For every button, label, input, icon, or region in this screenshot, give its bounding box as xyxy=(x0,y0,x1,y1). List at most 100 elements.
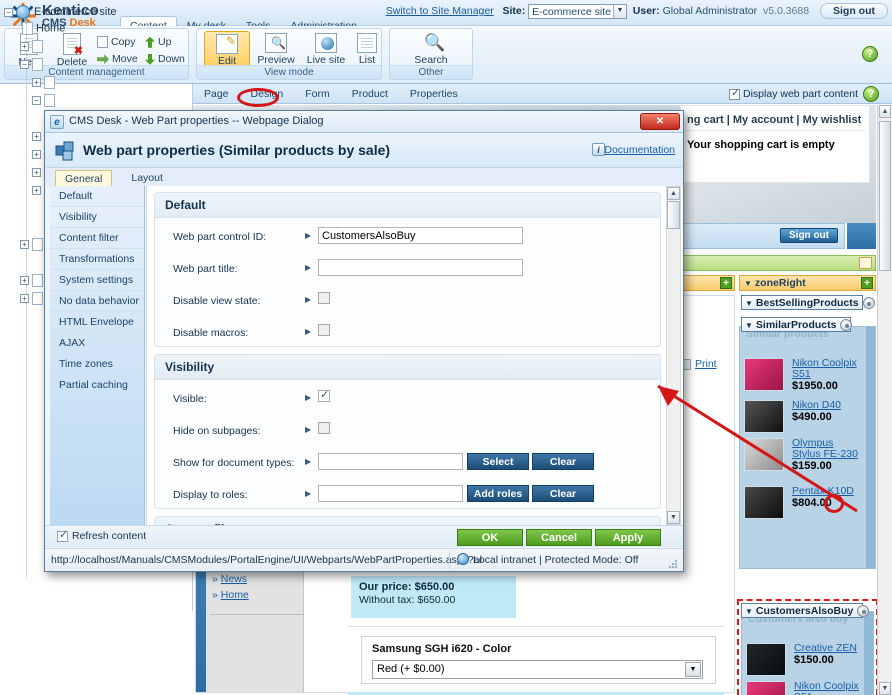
tree-node-12[interactable]: + xyxy=(20,238,46,251)
move-button[interactable]: Move xyxy=(97,53,138,65)
tree-expander-icon[interactable]: + xyxy=(32,186,41,195)
clear-roles-button[interactable]: Clear xyxy=(532,485,594,502)
tree-expander-icon[interactable]: + xyxy=(32,150,41,159)
field-caret-icon[interactable]: ▶ xyxy=(305,425,311,434)
product-row[interactable]: Nikon Coolpix S51$1950.00 xyxy=(742,677,863,695)
panel-scrollbar[interactable] xyxy=(866,327,875,568)
scroll-down-arrow-icon[interactable]: ▼ xyxy=(879,682,891,695)
tree-expander-icon[interactable]: − xyxy=(4,8,13,17)
tree-expander-icon[interactable]: + xyxy=(20,240,29,249)
page-vertical-scrollbar[interactable]: ▲ ▼ xyxy=(877,105,892,695)
chevron-down-icon[interactable]: ▼ xyxy=(613,5,626,18)
field-caret-icon[interactable]: ▶ xyxy=(305,327,311,336)
scroll-thumb[interactable] xyxy=(667,201,680,229)
nav-ajax[interactable]: AJAX xyxy=(50,333,144,354)
dialog-title-bar[interactable]: e CMS Desk - Web Part properties -- Webp… xyxy=(45,111,683,133)
scroll-up-arrow-icon[interactable]: ▲ xyxy=(879,105,891,118)
view-mode-live-site-button[interactable]: Live site xyxy=(300,33,352,66)
webpart-bar-bestselling[interactable]: ▼BestSellingProducts xyxy=(741,295,863,310)
display-web-part-content-toggle[interactable]: ✓Display web part content xyxy=(729,88,858,100)
product-name-link[interactable]: Nikon Coolpix S51 xyxy=(792,358,861,380)
nav-default[interactable]: Default xyxy=(50,186,144,207)
add-webpart-icon[interactable]: + xyxy=(720,277,732,289)
tree-node-15[interactable]: + xyxy=(20,292,46,305)
tree-expander-icon[interactable]: + xyxy=(32,168,41,177)
nav-visibility[interactable]: Visibility xyxy=(50,207,144,228)
page-help-icon[interactable]: ? xyxy=(863,86,879,102)
view-mode-preview-button[interactable]: 🔍 Preview xyxy=(252,33,300,66)
scroll-down-arrow-icon[interactable]: ▼ xyxy=(667,511,680,524)
product-row[interactable]: Nikon Coolpix S51$1950.00 xyxy=(740,354,865,396)
page-tab-form[interactable]: Form xyxy=(294,84,341,100)
page-tab-properties[interactable]: Properties xyxy=(399,84,469,100)
product-name-link[interactable]: Olympus Stylus FE-230 xyxy=(792,438,861,460)
copy-button[interactable]: Copy xyxy=(97,36,136,48)
tree-node-4[interactable]: + xyxy=(32,76,58,89)
refresh-content-toggle[interactable]: ✓Refresh content xyxy=(57,530,146,542)
tree-expander-icon[interactable]: − xyxy=(20,60,29,69)
tree-node-home[interactable]: Home xyxy=(22,22,65,35)
add-roles-button[interactable]: Add roles xyxy=(467,485,529,502)
display-to-roles-input[interactable] xyxy=(318,485,463,502)
apply-button[interactable]: Apply xyxy=(595,529,661,546)
live-signout-button[interactable]: Sign out xyxy=(780,228,838,243)
gear-icon[interactable] xyxy=(863,297,875,309)
print-link[interactable]: Print xyxy=(695,358,717,370)
tree-node-14[interactable]: + xyxy=(20,274,46,287)
visible-checkbox[interactable] xyxy=(318,390,330,402)
page-tab-product[interactable]: Product xyxy=(341,84,399,100)
tree-node-3[interactable]: − xyxy=(20,58,46,71)
product-row[interactable]: Olympus Stylus FE-230$159.00 xyxy=(740,434,865,482)
tree-node-5[interactable]: − xyxy=(32,94,58,107)
page-tab-page[interactable]: Page xyxy=(193,84,240,100)
search-button[interactable]: 🔍 Search xyxy=(402,33,460,66)
site-select[interactable]: E-commerce site▼ xyxy=(528,4,627,19)
view-mode-list-button[interactable]: List xyxy=(352,33,382,66)
caret-down-icon[interactable]: ▼ xyxy=(744,279,752,288)
delete-button[interactable]: ✖ Delete xyxy=(49,32,95,68)
checkbox-icon[interactable]: ✓ xyxy=(57,531,68,542)
nav-time-zones[interactable]: Time zones xyxy=(50,354,144,375)
tree-expander-icon[interactable]: − xyxy=(32,96,41,105)
cart-links[interactable]: ng cart | My account | My wishlist xyxy=(681,106,869,126)
product-name-link[interactable]: Nikon D40 xyxy=(792,400,861,411)
cancel-button[interactable]: Cancel xyxy=(526,529,592,546)
page-tab-bar[interactable]: Page Design Form Product Properties ✓Dis… xyxy=(193,84,892,104)
nav-item-home[interactable]: » Home xyxy=(196,587,303,603)
disable-view-state-checkbox[interactable] xyxy=(318,292,330,304)
signout-button[interactable]: Sign out xyxy=(820,3,888,19)
resize-grip-icon[interactable] xyxy=(667,558,679,568)
nav-content-filter[interactable]: Content filter xyxy=(50,228,144,249)
tree-expander-icon[interactable]: + xyxy=(20,294,29,303)
gear-icon[interactable] xyxy=(840,319,852,331)
add-webpart-icon[interactable]: + xyxy=(861,277,873,289)
field-caret-icon[interactable]: ▶ xyxy=(305,489,311,498)
dialog-tab-layout[interactable]: Layout xyxy=(122,170,172,186)
tree-expander-icon[interactable]: + xyxy=(20,276,29,285)
field-caret-icon[interactable]: ▶ xyxy=(305,393,311,402)
product-name-link[interactable]: Creative ZEN xyxy=(794,643,859,654)
caret-down-icon[interactable]: ▼ xyxy=(745,607,753,616)
nav-no-data-behavior[interactable]: No data behavior xyxy=(50,291,144,312)
tree-expander-icon[interactable]: + xyxy=(32,132,41,141)
tree-node-root[interactable]: −E-commerce site xyxy=(4,5,117,19)
switch-to-site-manager-link[interactable]: Switch to Site Manager xyxy=(386,5,494,17)
dialog-section-nav[interactable]: Default Visibility Content filter Transf… xyxy=(50,186,145,525)
web-part-control-id-input[interactable] xyxy=(318,227,523,244)
zone-bar-right[interactable]: ▼zoneRight + xyxy=(739,275,876,291)
web-part-title-input[interactable] xyxy=(318,259,523,276)
disable-macros-checkbox[interactable] xyxy=(318,324,330,336)
select-document-types-button[interactable]: Select xyxy=(467,453,529,470)
down-button[interactable]: Down xyxy=(145,53,185,65)
panel-scrollbar[interactable] xyxy=(864,612,873,695)
field-caret-icon[interactable]: ▶ xyxy=(305,295,311,304)
scroll-up-arrow-icon[interactable]: ▲ xyxy=(667,187,680,200)
product-row[interactable]: Pentax K10D$804.00 xyxy=(740,482,865,520)
view-mode-edit-button[interactable]: ✎ Edit xyxy=(204,31,250,68)
tree-expander-icon[interactable]: + xyxy=(20,42,29,51)
close-icon[interactable]: ✕ xyxy=(640,113,680,130)
ok-button[interactable]: OK xyxy=(457,529,523,546)
nav-item-news[interactable]: » News xyxy=(196,571,303,587)
documentation-link[interactable]: Documentation xyxy=(604,144,675,156)
nav-transformations[interactable]: Transformations xyxy=(50,249,144,270)
